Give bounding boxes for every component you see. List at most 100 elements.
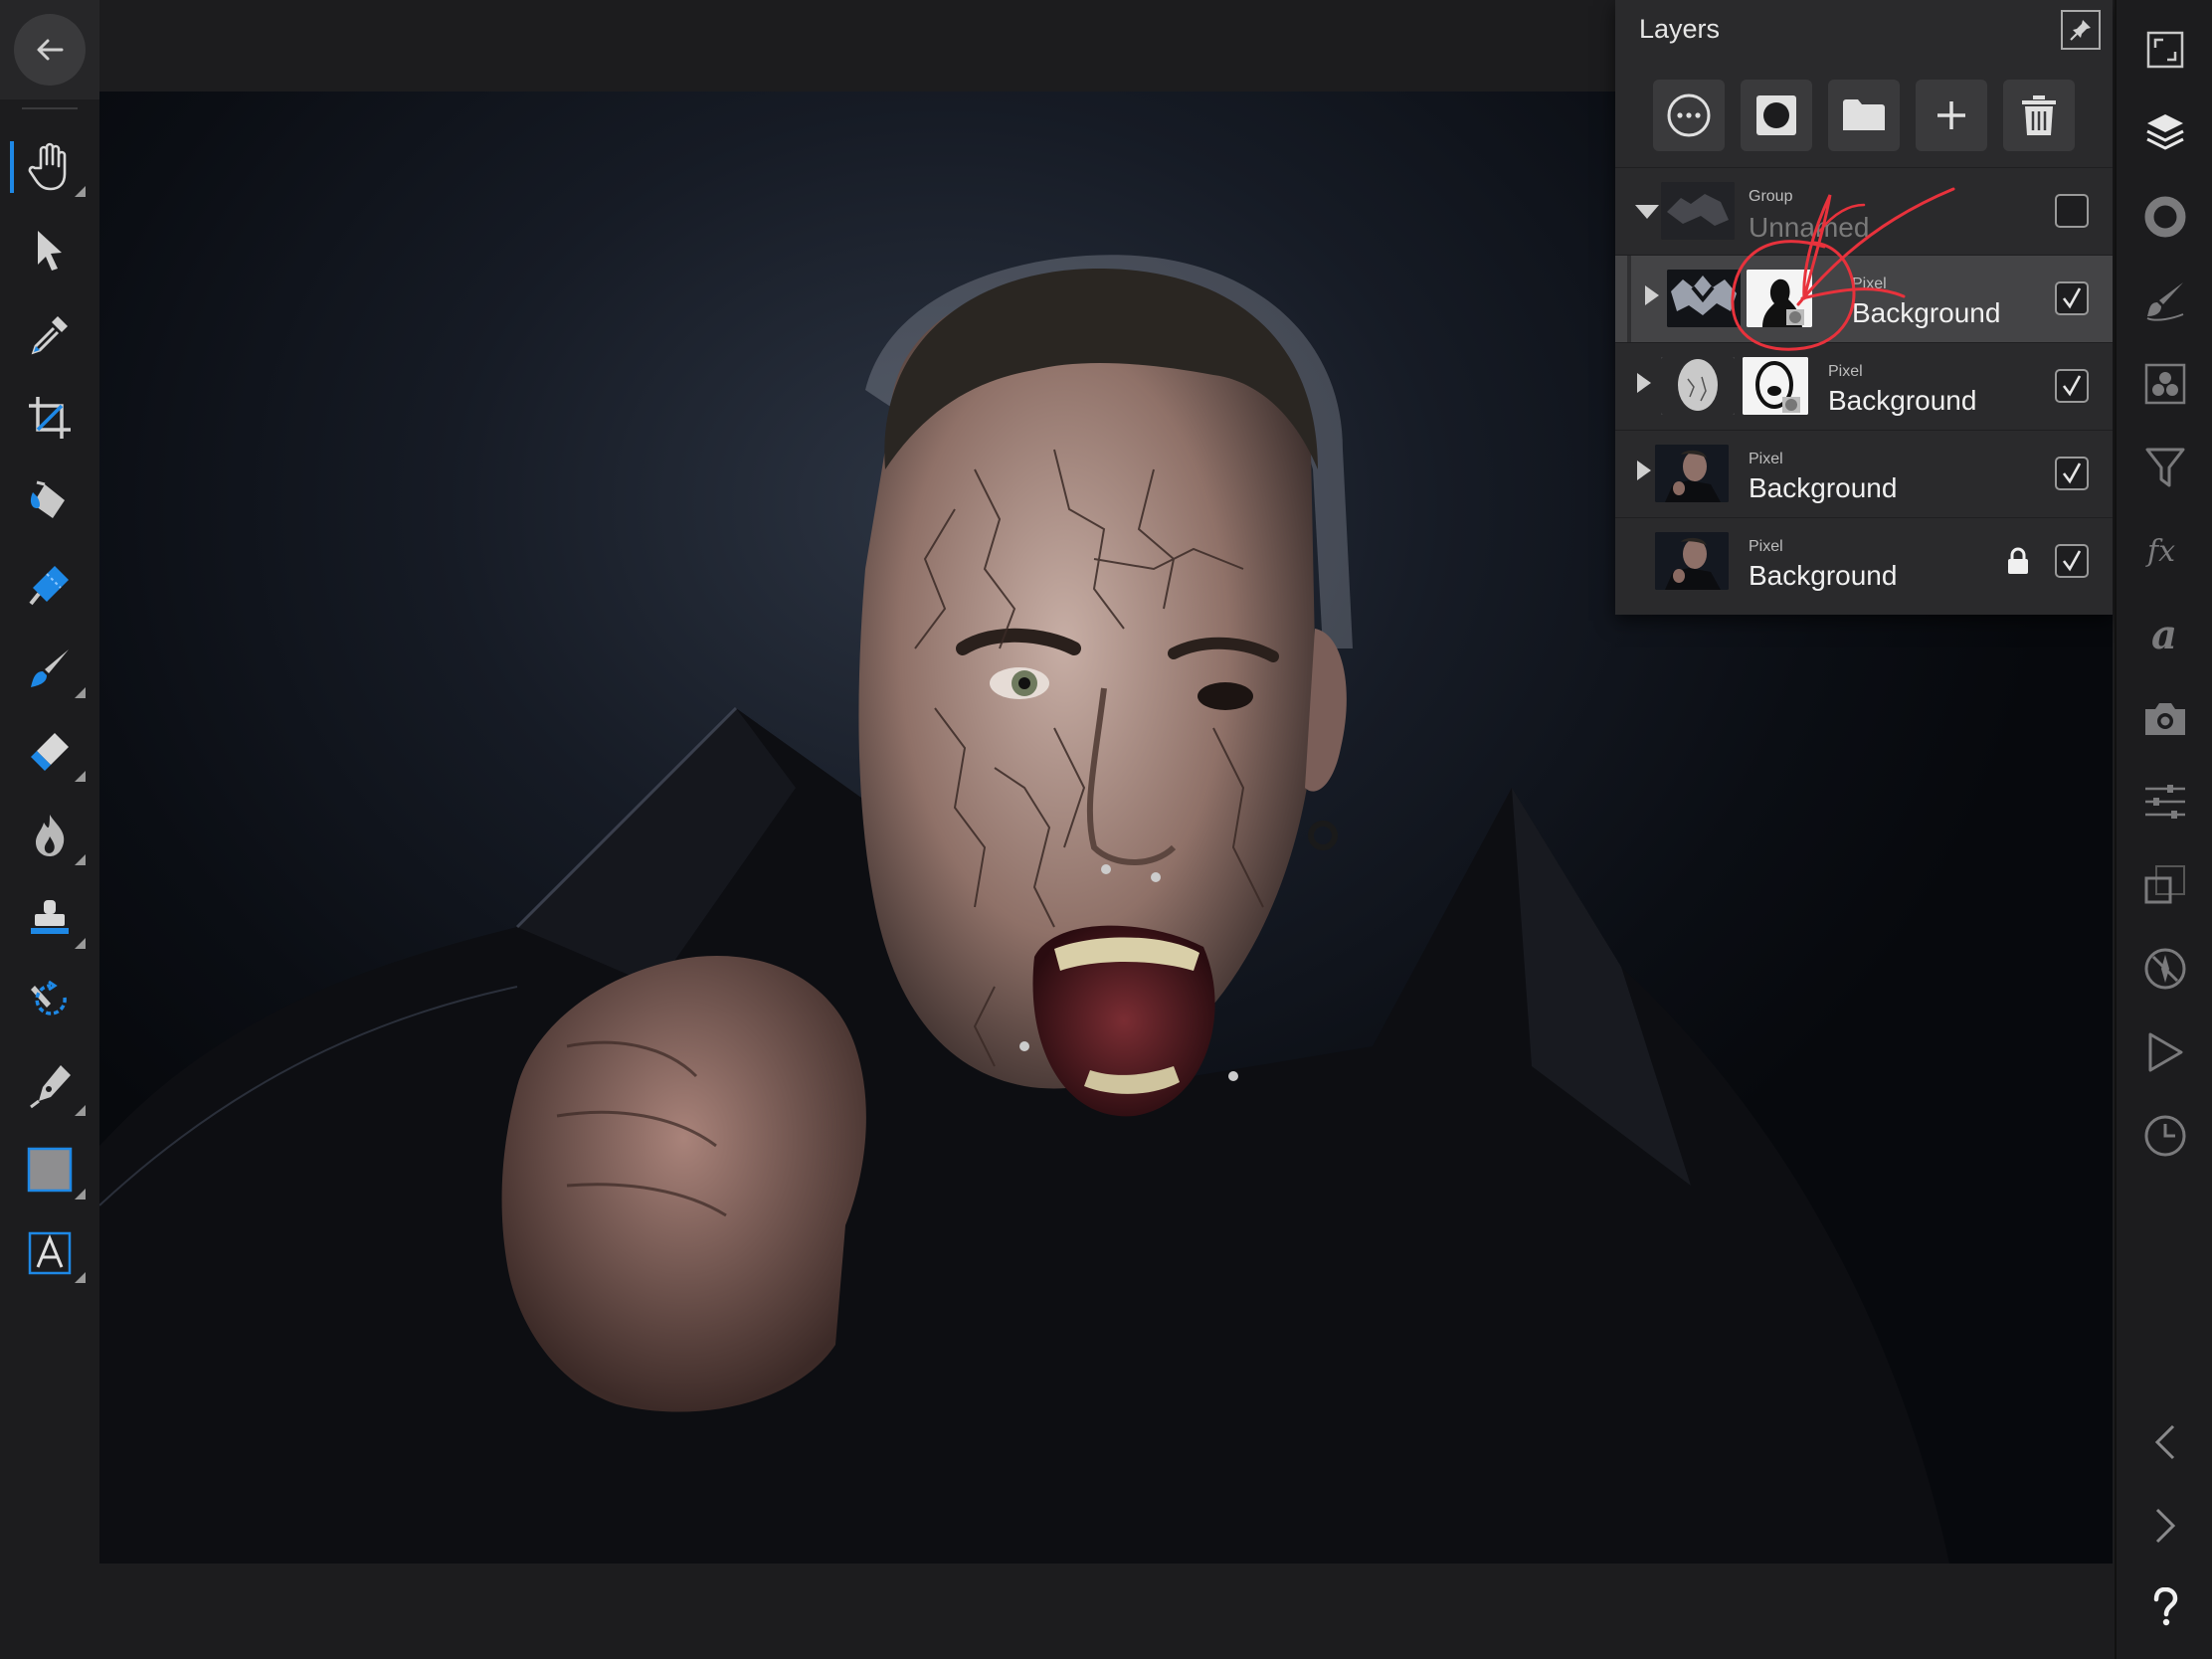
layer-type-label: Pixel — [1749, 451, 1783, 467]
paint-brush-tool[interactable] — [18, 637, 86, 700]
rectangle-tool[interactable] — [18, 1138, 86, 1201]
layer-type-label: Pixel — [1749, 538, 1783, 555]
layer-visibility-checkbox[interactable] — [2055, 369, 2089, 403]
color-studio-button[interactable] — [2135, 187, 2195, 247]
navigator-icon — [2143, 947, 2187, 991]
group-indent-line — [1627, 256, 1631, 342]
expand-triangle-icon[interactable] — [1637, 461, 1651, 480]
mask-icon — [1756, 95, 1796, 135]
history-studio-button[interactable] — [2135, 1106, 2195, 1166]
layer-type-label: Pixel — [1828, 363, 1863, 380]
svg-text:a: a — [2151, 613, 2177, 656]
thumbnail-image — [1661, 357, 1735, 415]
text-tool[interactable] — [18, 1221, 86, 1285]
text-tool-icon — [27, 1230, 73, 1276]
inpainting-tool[interactable] — [18, 971, 82, 1034]
brushes-studio-button[interactable] — [2135, 271, 2195, 330]
layers-panel-title: Layers — [1639, 14, 1721, 44]
fullscreen-button[interactable] — [2135, 20, 2195, 80]
tool-flyout-indicator — [75, 186, 86, 197]
dodge-burn-tool[interactable] — [18, 804, 86, 867]
flood-fill-icon — [30, 478, 65, 518]
mask-thumbnail-image — [1743, 357, 1808, 415]
mask-thumbnail-image — [1747, 270, 1812, 327]
flood-fill-tool[interactable] — [18, 469, 82, 533]
add-layer-button[interactable] — [1916, 80, 1987, 151]
chevron-right-icon — [2153, 1506, 2177, 1546]
erase-brush-tool[interactable] — [18, 720, 86, 784]
layer-name-label: Background — [1749, 472, 1898, 503]
channels-icon — [2144, 363, 2186, 405]
help-button[interactable] — [2135, 1577, 2195, 1637]
crop-tool-icon — [27, 395, 73, 441]
pen-tool[interactable] — [18, 1054, 86, 1118]
sliders-studio-button[interactable] — [2135, 772, 2195, 831]
checkmark-icon — [2060, 286, 2084, 310]
layer-row[interactable]: Pixel Background — [1615, 430, 2113, 517]
pin-panel-button[interactable] — [2061, 10, 2101, 50]
transform-icon — [2144, 864, 2186, 906]
layer-visibility-checkbox[interactable] — [2055, 194, 2089, 228]
expand-triangle-icon[interactable] — [1637, 373, 1651, 393]
transform-studio-button[interactable] — [2135, 855, 2195, 915]
help-icon — [2151, 1587, 2179, 1626]
folder-icon — [1843, 99, 1885, 130]
previous-button[interactable] — [2135, 1412, 2195, 1472]
layer-row-group[interactable]: Group Unnamed — [1615, 167, 2113, 255]
channels-studio-button[interactable] — [2135, 354, 2195, 414]
layer-visibility-checkbox[interactable] — [2055, 544, 2089, 578]
selection-brush-tool[interactable] — [18, 553, 82, 617]
layer-row-selected[interactable]: Pixel Background — [1615, 255, 2113, 342]
move-tool-icon — [38, 231, 62, 271]
layer-name-label: Background — [1852, 297, 2001, 328]
thumbnail-image — [1655, 532, 1729, 590]
move-tool[interactable] — [18, 219, 82, 282]
macro-studio-button[interactable] — [2135, 1022, 2195, 1082]
collapse-triangle-icon[interactable] — [1635, 205, 1659, 219]
layer-row-locked[interactable]: Pixel Background — [1615, 517, 2113, 605]
mask-thumbnail — [1743, 357, 1808, 415]
layer-visibility-checkbox[interactable] — [2055, 457, 2089, 490]
next-button[interactable] — [2135, 1496, 2195, 1556]
text-styles-studio-button[interactable]: a — [2135, 605, 2195, 664]
delete-layer-button[interactable] — [2003, 80, 2075, 151]
brushes-icon — [2143, 282, 2187, 322]
expand-triangle-icon[interactable] — [1645, 285, 1659, 305]
thumbnail-image — [1661, 182, 1735, 240]
chevron-left-icon — [2153, 1422, 2177, 1462]
layers-icon — [2144, 114, 2186, 155]
tool-flyout-indicator — [75, 1105, 86, 1116]
tool-flyout-indicator — [75, 687, 86, 698]
layer-thumbnail — [1655, 532, 1729, 590]
macro-icon — [2145, 1030, 2185, 1074]
layer-row[interactable]: Pixel Background — [1615, 342, 2113, 430]
layer-options-button[interactable] — [1653, 80, 1725, 151]
layers-studio-button[interactable] — [2135, 103, 2195, 163]
plus-icon — [1937, 101, 1965, 129]
svg-text:fx: fx — [2145, 534, 2175, 569]
inpainting-icon — [31, 980, 73, 1025]
navigator-studio-button[interactable] — [2135, 939, 2195, 999]
hand-tool[interactable] — [10, 135, 86, 199]
adjustments-studio-button[interactable] — [2135, 438, 2195, 497]
tools-panel — [0, 99, 99, 1659]
selection-brush-icon — [27, 566, 69, 608]
tool-flyout-indicator — [75, 771, 86, 782]
thumbnail-image — [1667, 270, 1741, 327]
lock-icon[interactable] — [2005, 546, 2031, 576]
add-mask-button[interactable] — [1741, 80, 1812, 151]
snapshots-studio-button[interactable] — [2135, 688, 2195, 748]
erase-brush-icon — [31, 733, 69, 771]
back-button[interactable] — [14, 14, 86, 86]
mask-thumbnail — [1747, 270, 1812, 327]
add-group-button[interactable] — [1828, 80, 1900, 151]
color-picker-tool[interactable] — [18, 302, 82, 366]
fx-studio-button[interactable]: fx — [2135, 521, 2195, 581]
fullscreen-icon — [2145, 30, 2185, 70]
history-icon — [2143, 1114, 2187, 1158]
clone-stamp-tool[interactable] — [18, 887, 86, 951]
layer-visibility-checkbox[interactable] — [2055, 281, 2089, 315]
layers-panel: Layers Group Unnamed Pixel Background Pi… — [1615, 0, 2113, 615]
crop-tool[interactable] — [18, 386, 82, 450]
adjustments-icon — [2144, 446, 2186, 489]
